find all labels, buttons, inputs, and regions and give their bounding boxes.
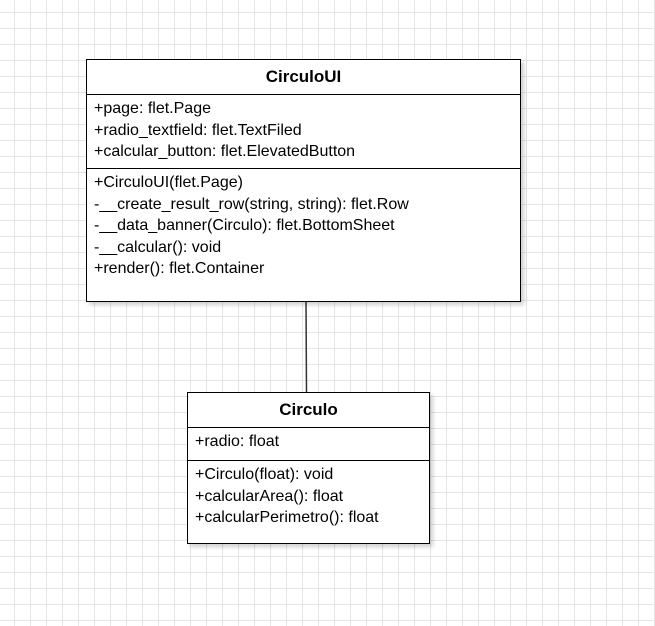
method: +calcularPerimetro(): float — [195, 509, 379, 526]
attribute: +radio: float — [195, 433, 280, 450]
methods-section: +Circulo(float): void +calcularArea(): f… — [188, 461, 429, 529]
method: -__create_result_row(string, string): fl… — [94, 195, 409, 213]
attribute: +calcular_button: flet.ElevatedButton — [94, 143, 356, 160]
class-name: Circulo — [188, 393, 429, 428]
class-name: CirculoUI — [87, 60, 520, 95]
attributes-section: +radio: float — [188, 428, 429, 461]
method: +CirculoUI(flet.Page) — [94, 174, 243, 191]
attribute: +page: flet.Page — [94, 100, 211, 117]
attributes-section: +page: flet.Page +radio_textfield: flet.… — [87, 95, 520, 169]
class-circuloui[interactable]: CirculoUI +page: flet.Page +radio_textfi… — [86, 59, 521, 302]
attribute: +radio_textfield: flet.TextFiled — [94, 121, 302, 139]
methods-section: +CirculoUI(flet.Page) -__create_result_r… — [87, 169, 520, 280]
method: +calcularArea(): float — [195, 487, 344, 505]
method: +Circulo(float): void — [195, 466, 334, 483]
method: -__data_banner(Circulo): flet.BottomShee… — [94, 217, 395, 234]
method: -__calcular(): void — [94, 238, 222, 256]
association-connector — [305, 301, 308, 393]
method: +render(): flet.Container — [94, 260, 265, 277]
class-circulo[interactable]: Circulo +radio: float +Circulo(float): v… — [187, 392, 430, 544]
